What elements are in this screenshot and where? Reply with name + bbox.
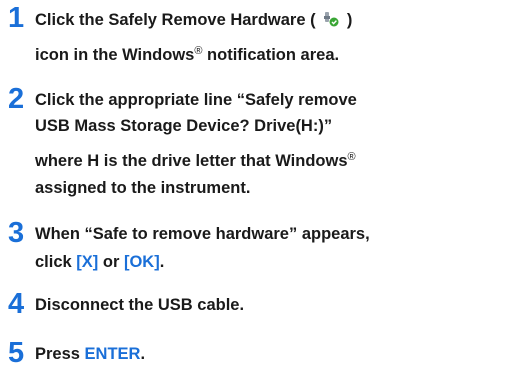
- step-2-text-line-2: USB Mass Storage Device? Drive(H:)”: [35, 117, 333, 135]
- enter-key-label: ENTER: [84, 345, 141, 363]
- step-1-text-a: Click the Safely Remove Hardware (: [35, 11, 316, 29]
- step-1-number: 1: [8, 2, 25, 34]
- step-3-number: 3: [8, 217, 25, 249]
- step-2-text-a: where H is the drive letter that Windows: [35, 152, 348, 170]
- step-5-text-a: Press: [35, 345, 85, 363]
- safely-remove-hardware-icon: [322, 11, 340, 27]
- step-3-text-end: .: [159, 253, 165, 271]
- step-3-text-line-2: click [X] or [OK].: [35, 254, 164, 271]
- step-3-text-a: click: [35, 253, 77, 271]
- step-4-number: 4: [8, 288, 25, 320]
- step-2-text-line-1: Click the appropriate line “Safely remov…: [35, 91, 357, 109]
- step-3-text-or: or: [98, 253, 124, 271]
- instruction-page: { "steps": [ { "number": "1", "line1_a":…: [0, 0, 508, 380]
- step-5-text-end: .: [140, 345, 146, 363]
- ok-key-label: [OK]: [123, 253, 160, 271]
- step-1-text-line-1: Click the Safely Remove Hardware ( ): [35, 11, 352, 29]
- x-key-label: [X]: [76, 253, 99, 271]
- step-2-text-line-4: assigned to the instrument.: [35, 179, 251, 197]
- step-1-text-c: icon in the Windows: [35, 46, 195, 64]
- step-5-number: 5: [8, 337, 25, 369]
- step-3-text-line-1: When “Safe to remove hardware” appears,: [35, 225, 370, 243]
- step-2-text-line-3: where H is the drive letter that Windows…: [35, 151, 356, 170]
- registered-mark: ®: [347, 151, 356, 163]
- step-1-text-d: notification area.: [202, 46, 340, 64]
- step-1-text-b: ): [346, 11, 353, 29]
- step-2-number: 2: [8, 83, 25, 115]
- step-1-text-line-2: icon in the Windows® notification area.: [35, 46, 340, 64]
- step-5-text-line-1: Press ENTER.: [35, 346, 145, 363]
- step-4-text-line-1: Disconnect the USB cable.: [35, 296, 245, 314]
